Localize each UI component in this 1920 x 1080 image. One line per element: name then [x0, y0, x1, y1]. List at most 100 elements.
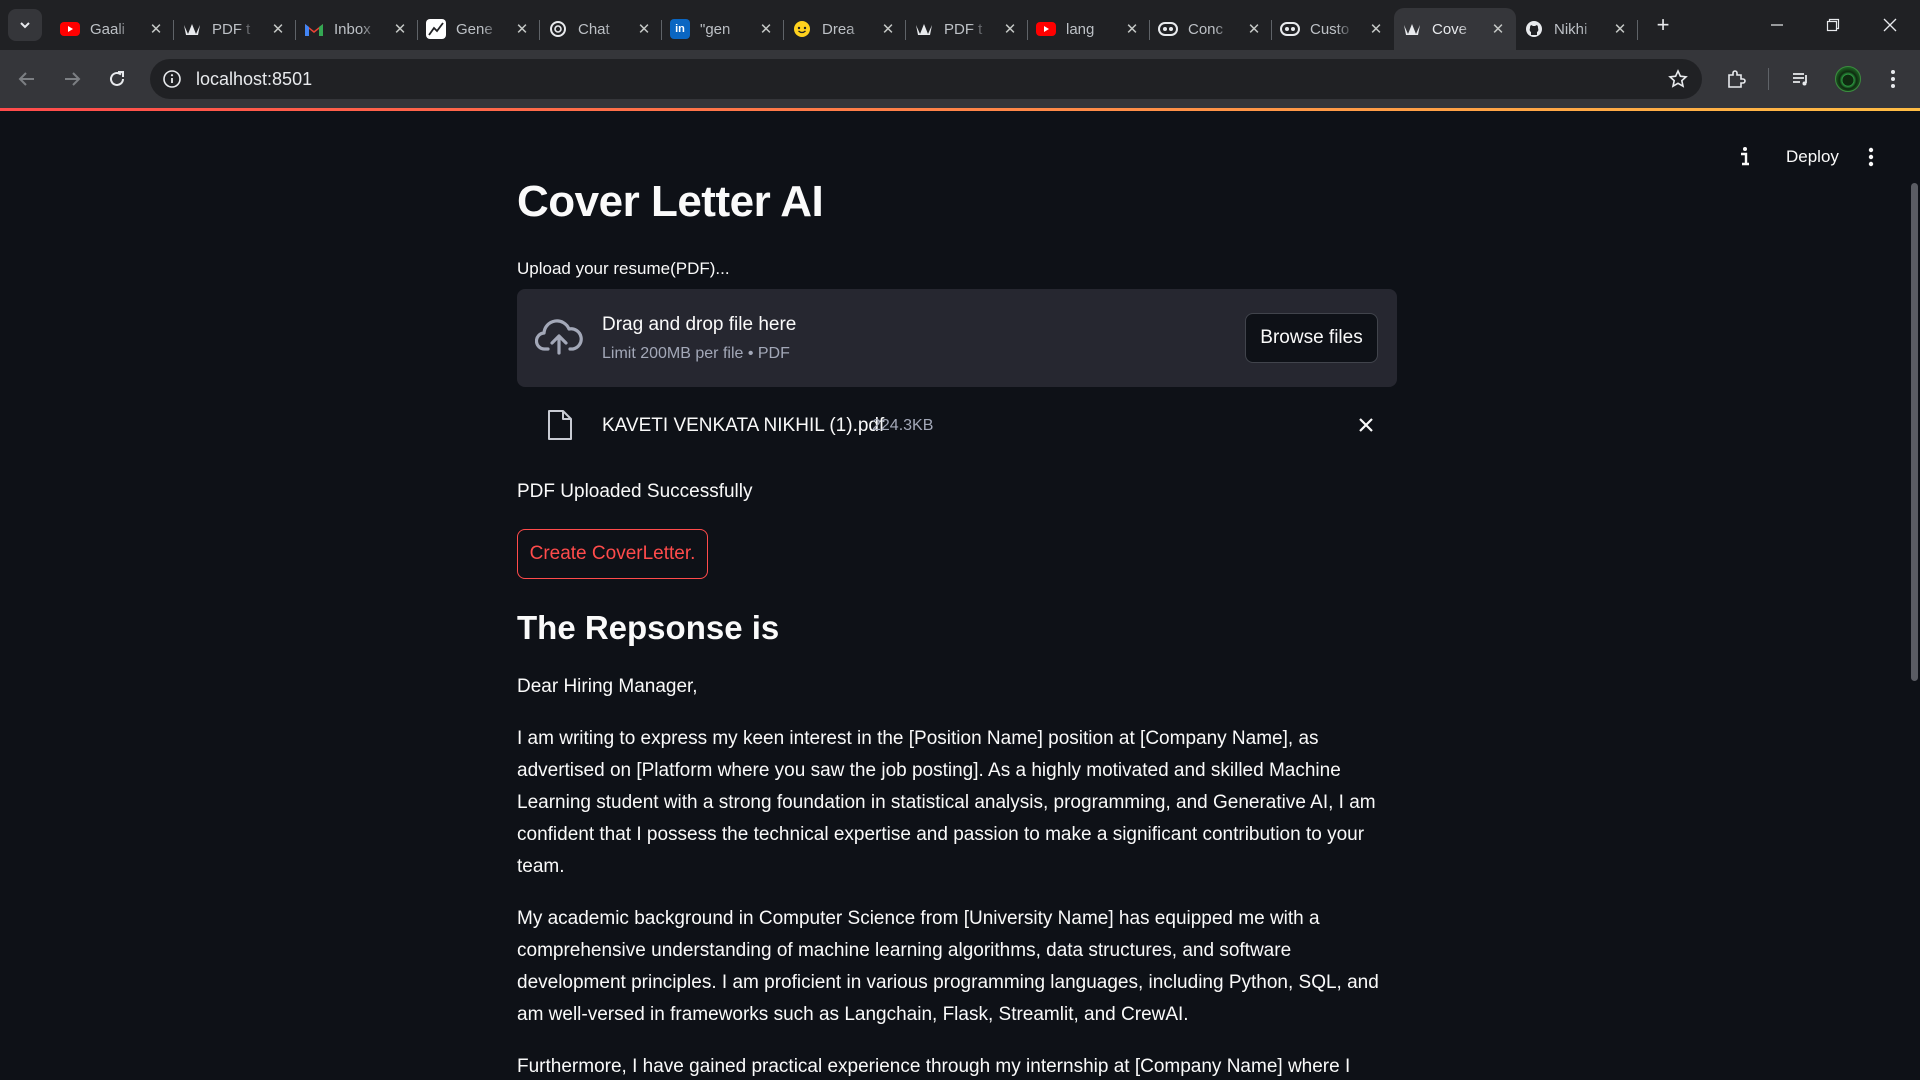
close-icon [1359, 418, 1373, 432]
reload-icon [110, 71, 124, 86]
tab-title: Gene [456, 20, 493, 38]
page-title: Cover Letter AI [517, 177, 824, 226]
profile-button[interactable] [1831, 62, 1865, 96]
chevron-down-icon [20, 22, 30, 29]
uploaded-file-row: KAVETI VENKATA NIKHIL (1).pdf 224.3KB [517, 401, 1397, 451]
linkedin-icon: in [670, 19, 690, 39]
hugging-face-icon [792, 19, 812, 39]
browser-tab[interactable]: Inbox ✕ [296, 8, 418, 50]
tab-title: PDF t [212, 20, 251, 38]
tab-title: Nikhi [1554, 20, 1588, 38]
avatar [1835, 66, 1861, 92]
tab-title: Drea [822, 20, 855, 38]
minimize-button[interactable] [1749, 0, 1805, 50]
tab-title: "gen [700, 20, 731, 38]
crewai-icon [1158, 19, 1178, 39]
browser-tab[interactable]: Gene ✕ [418, 8, 540, 50]
puzzle-icon [1728, 70, 1746, 88]
close-icon[interactable]: ✕ [268, 19, 288, 39]
deploy-button[interactable]: Deploy [1772, 141, 1853, 173]
back-button[interactable] [10, 62, 44, 96]
minimize-icon [1771, 24, 1783, 26]
gmail-icon [304, 19, 324, 39]
forward-button[interactable] [55, 62, 89, 96]
tab-title: PDF t [944, 20, 983, 38]
create-cover-letter-button[interactable]: Create CoverLetter. [517, 529, 708, 579]
streamlit-crown-icon [1402, 19, 1422, 39]
extensions-button[interactable] [1719, 62, 1753, 96]
close-icon[interactable]: ✕ [390, 19, 410, 39]
browser-tab[interactable]: Gaali ✕ [52, 8, 174, 50]
more-vertical-icon [1891, 70, 1895, 88]
dropzone-limit-text: Limit 200MB per file • PDF [602, 345, 790, 362]
letter-paragraph: Furthermore, I have gained practical exp… [517, 1056, 1351, 1077]
tab-search-button[interactable] [8, 9, 42, 41]
browser-tab[interactable]: in "gen ✕ [662, 8, 784, 50]
youtube-icon [1036, 19, 1056, 39]
bookmark-star-icon[interactable] [1666, 67, 1690, 91]
toolbar-divider [1768, 68, 1769, 90]
remove-file-button[interactable] [1354, 413, 1378, 437]
arrow-right-icon [65, 72, 81, 86]
browser-tab-active[interactable]: Cove ✕ [1394, 8, 1516, 50]
main-menu-button[interactable] [1858, 143, 1884, 171]
restore-icon [1826, 18, 1840, 32]
browser-tab[interactable]: PDF t ✕ [906, 8, 1028, 50]
more-vertical-icon [1868, 147, 1874, 167]
close-icon[interactable]: ✕ [1244, 19, 1264, 39]
letter-paragraph: My academic background in Computer Scien… [517, 908, 1379, 1025]
letter-paragraph: I am writing to express my keen interest… [517, 728, 1376, 877]
file-dropzone[interactable]: Drag and drop file here Limit 200MB per … [517, 289, 1397, 387]
browser-tab[interactable]: Conc ✕ [1150, 8, 1272, 50]
status-info-icon[interactable] [1732, 143, 1758, 169]
url-text[interactable]: localhost:8501 [196, 69, 312, 90]
youtube-icon [60, 19, 80, 39]
chrome-menu-button[interactable] [1876, 62, 1910, 96]
crewai-icon [1280, 19, 1300, 39]
close-icon[interactable]: ✕ [1610, 19, 1630, 39]
chart-icon [426, 19, 446, 39]
streamlit-crown-icon [182, 19, 202, 39]
reload-button[interactable] [100, 62, 134, 96]
close-window-button[interactable] [1862, 0, 1918, 50]
close-icon[interactable]: ✕ [1000, 19, 1020, 39]
letter-greeting: Dear Hiring Manager, [517, 676, 698, 697]
close-icon[interactable]: ✕ [1488, 19, 1508, 39]
queue-music-icon [1793, 73, 1807, 86]
restore-button[interactable] [1805, 0, 1861, 50]
close-icon[interactable]: ✕ [756, 19, 776, 39]
media-control-button[interactable] [1784, 62, 1818, 96]
upload-success-text: PDF Uploaded Successfully [517, 481, 753, 502]
browser-tab[interactable]: Chat ✕ [540, 8, 662, 50]
file-icon [548, 410, 572, 440]
page-scrollbar[interactable] [1911, 183, 1918, 681]
browser-tab[interactable]: Drea ✕ [784, 8, 906, 50]
browser-toolbar: localhost:8501 [0, 50, 1920, 108]
github-icon [1524, 19, 1544, 39]
address-bar[interactable]: localhost:8501 [150, 59, 1702, 99]
tab-title: Cove [1432, 20, 1468, 38]
openai-icon [548, 19, 568, 39]
browser-tab[interactable]: lang ✕ [1028, 8, 1150, 50]
dropzone-instructions: Drag and drop file here [602, 314, 797, 335]
browser-tab[interactable]: PDF t ✕ [174, 8, 296, 50]
close-icon[interactable]: ✕ [1122, 19, 1142, 39]
close-icon[interactable]: ✕ [146, 19, 166, 39]
close-icon[interactable]: ✕ [634, 19, 654, 39]
cloud-upload-icon [535, 319, 583, 355]
close-icon[interactable]: ✕ [512, 19, 532, 39]
arrow-left-icon [18, 72, 34, 86]
browser-tab[interactable]: Nikhi ✕ [1516, 8, 1638, 50]
site-info-icon[interactable] [160, 67, 184, 91]
close-icon[interactable]: ✕ [1366, 19, 1386, 39]
browse-files-button[interactable]: Browse files [1245, 313, 1378, 363]
streamlit-crown-icon [914, 19, 934, 39]
tab-title: lang [1066, 20, 1095, 38]
tab-title: Custo [1310, 20, 1350, 38]
plus-icon: + [1656, 12, 1670, 37]
cover-letter-output: Dear Hiring Manager, I am writing to exp… [517, 671, 1397, 1080]
new-tab-button[interactable]: + [1650, 12, 1676, 38]
tab-list: Gaali ✕ PDF t ✕ Inbox ✕ Gene ✕ Chat ✕ in… [52, 8, 1638, 50]
close-icon[interactable]: ✕ [878, 19, 898, 39]
browser-tab[interactable]: Custo ✕ [1272, 8, 1394, 50]
